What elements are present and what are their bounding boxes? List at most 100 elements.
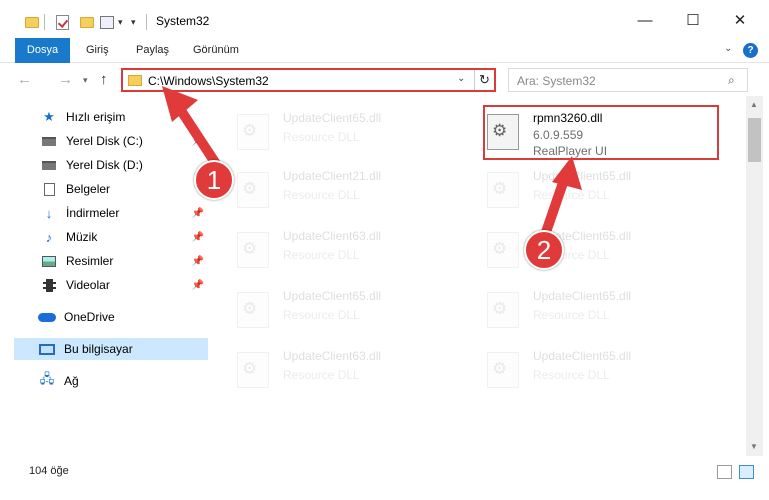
sidebar-item-label: Yerel Disk (C:) (66, 134, 143, 148)
document-icon (40, 182, 58, 196)
dll-gear-icon (237, 352, 269, 388)
step-badge-1: 1 (194, 160, 234, 200)
new-folder-icon[interactable] (80, 12, 94, 32)
qa-dropdown-icon[interactable]: ▾ (118, 12, 123, 32)
forward-arrow-icon[interactable]: → (58, 71, 73, 88)
sidebar-item-label: Hızlı erişim (66, 110, 126, 124)
file-type: Resource DLL (283, 188, 360, 202)
tiles-view-icon[interactable] (739, 465, 754, 479)
tab-share[interactable]: Paylaş (136, 38, 169, 63)
list-item[interactable]: UpdateClient21.dll Resource DLL (223, 162, 453, 214)
maximize-button[interactable]: ☐ (681, 8, 705, 32)
download-arrow-icon: ↓ (45, 205, 53, 221)
scroll-up-icon[interactable]: ▲ (750, 100, 758, 109)
pin-icon[interactable]: 📌 (192, 280, 204, 291)
drive-icon (40, 160, 58, 170)
film-icon (40, 278, 58, 292)
sidebar-item-label: Yerel Disk (D:) (66, 158, 143, 172)
navigation-bar: ← → ▾ ↑ C:\Windows\System32 ⌄ ↻ Ara: Sys… (0, 64, 769, 94)
pin-icon[interactable]: 📌 (192, 208, 204, 219)
file-type: Resource DLL (283, 130, 360, 144)
sidebar-item-label: Ağ (64, 374, 79, 388)
step-badge-2: 2 (524, 230, 564, 270)
dll-gear-icon (237, 232, 269, 268)
sidebar-item-label: OneDrive (64, 310, 115, 324)
list-item[interactable]: UpdateClient65.dll Resource DLL (473, 282, 703, 334)
chevron-down-icon[interactable]: ⌄ (457, 73, 465, 84)
window-title: System32 (156, 14, 210, 28)
ribbon: Dosya Giriş Paylaş Görünüm ⌄ ? (0, 38, 769, 63)
drive-icon (40, 136, 58, 146)
collapse-ribbon-icon[interactable]: ⌄ (724, 43, 732, 54)
sidebar-item-label: İndirmeler (66, 206, 120, 220)
highlight-box (483, 105, 719, 160)
sidebar-item-label: Resimler (66, 254, 114, 268)
sidebar-item-this-pc[interactable]: Bu bilgisayar (14, 338, 208, 360)
star-icon: ★ (43, 109, 55, 124)
list-item[interactable]: UpdateClient65.dll Resource DLL (223, 282, 453, 334)
status-bar: 104 öğe (0, 460, 769, 484)
pin-icon[interactable]: 📌 (192, 232, 204, 243)
sidebar-item-label: Bu bilgisayar (64, 342, 133, 356)
sidebar-item-onedrive[interactable]: OneDrive (0, 306, 196, 328)
back-arrow-icon[interactable]: ← (17, 71, 32, 88)
file-type: Resource DLL (283, 308, 360, 322)
file-name: UpdateClient65.dll (283, 111, 382, 125)
file-name: UpdateClient21.dll (283, 169, 382, 183)
vertical-scrollbar[interactable]: ▲ ▼ (746, 96, 763, 456)
file-type: Resource DLL (283, 248, 360, 262)
close-button[interactable]: ✕ (728, 8, 752, 32)
folder-icon (128, 75, 142, 86)
sidebar-item-pictures[interactable]: Resimler 📌 (14, 250, 210, 272)
file-type: Resource DLL (533, 368, 610, 382)
qa-more-icon[interactable]: ▾ (131, 12, 136, 32)
dll-gear-icon (487, 172, 519, 208)
help-icon[interactable]: ? (743, 43, 758, 58)
pin-icon[interactable]: 📌 (192, 256, 204, 267)
sidebar-item-label: Videolar (66, 278, 110, 292)
scrollbar-thumb[interactable] (748, 118, 761, 162)
properties-check-icon[interactable] (56, 12, 69, 32)
network-icon: 🖧 (39, 371, 55, 386)
music-note-icon: ♪ (45, 229, 53, 245)
tab-file[interactable]: Dosya (15, 38, 70, 63)
file-name: UpdateClient65.dll (533, 349, 632, 363)
search-input[interactable]: Ara: System32 ⌕ (508, 68, 748, 92)
list-item[interactable]: UpdateClient65.dll Resource DLL (223, 104, 453, 156)
file-name: UpdateClient65.dll (283, 289, 382, 303)
file-name: UpdateClient63.dll (283, 229, 382, 243)
folder-icon (25, 12, 39, 32)
sidebar-item-downloads[interactable]: ↓ İndirmeler 📌 (14, 202, 210, 224)
dll-gear-icon (487, 292, 519, 328)
tab-view[interactable]: Görünüm (193, 38, 239, 63)
dll-gear-icon (237, 292, 269, 328)
details-view-icon[interactable] (717, 465, 732, 479)
sidebar-item-network[interactable]: 🖧 Ağ (0, 370, 196, 392)
cloud-icon (38, 312, 56, 322)
file-list: UpdateClient65.dll Resource DLL rpmn3260… (211, 96, 744, 456)
up-arrow-icon[interactable]: ↑ (100, 71, 108, 88)
file-type: Resource DLL (533, 308, 610, 322)
minimize-button[interactable]: — (633, 8, 657, 32)
sidebar-item-music[interactable]: ♪ Müzik 📌 (14, 226, 210, 248)
separator (44, 12, 45, 32)
file-type: Resource DLL (283, 368, 360, 382)
customize-qa-icon[interactable] (100, 12, 114, 32)
file-name: UpdateClient65.dll (533, 289, 632, 303)
computer-icon (38, 343, 56, 355)
file-name: UpdateClient63.dll (283, 349, 382, 363)
separator (146, 12, 147, 32)
item-count: 104 öğe (29, 465, 69, 477)
tab-home[interactable]: Giriş (86, 38, 109, 63)
picture-icon (40, 255, 58, 267)
list-item[interactable]: UpdateClient63.dll Resource DLL (223, 222, 453, 274)
sidebar-item-videos[interactable]: Videolar 📌 (14, 274, 210, 296)
list-item[interactable]: UpdateClient65.dll Resource DLL (473, 342, 703, 394)
dll-gear-icon (487, 232, 519, 268)
recent-locations-icon[interactable]: ▾ (83, 75, 88, 86)
title-bar: ▾ ▾ System32 — ☐ ✕ (0, 0, 769, 40)
list-item[interactable]: UpdateClient63.dll Resource DLL (223, 342, 453, 394)
refresh-icon[interactable]: ↻ (474, 70, 494, 90)
scroll-down-icon[interactable]: ▼ (750, 442, 758, 451)
search-icon[interactable]: ⌕ (728, 73, 735, 88)
